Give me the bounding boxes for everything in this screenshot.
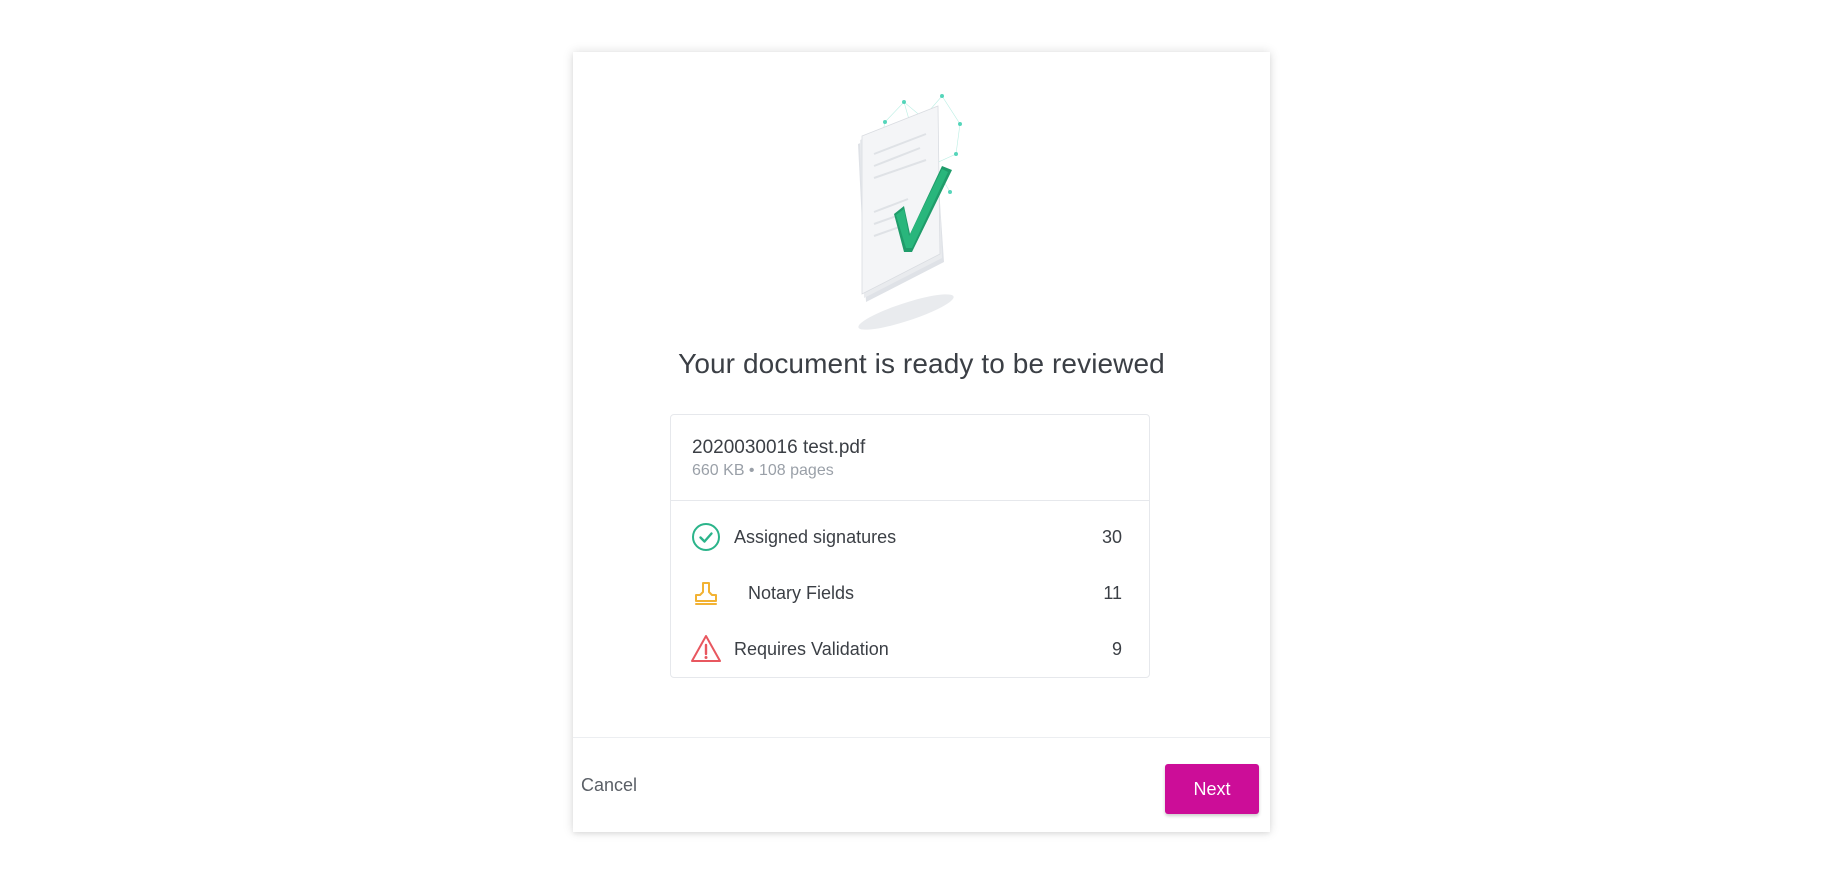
cancel-button[interactable]: Cancel xyxy=(581,775,637,796)
review-dialog: Your document is ready to be reviewed 20… xyxy=(573,52,1270,832)
stat-row-notary-fields: Notary Fields 11 xyxy=(671,565,1149,621)
stat-count: 9 xyxy=(1111,639,1122,659)
dialog-title: Your document is ready to be reviewed xyxy=(678,348,1165,379)
warning-icon xyxy=(691,635,721,662)
stat-count: 11 xyxy=(1103,583,1122,603)
file-name: 2020030016 test.pdf xyxy=(692,437,866,458)
stat-row-assigned-signatures: Assigned signatures 30 xyxy=(671,509,1149,565)
stats-list: Assigned signatures 30 Notary Fields 11 … xyxy=(671,501,1149,677)
stat-count: 30 xyxy=(1101,527,1122,547)
stamp-icon xyxy=(695,582,717,605)
next-button[interactable]: Next xyxy=(1165,764,1259,814)
file-info: 2020030016 test.pdf 660 KB • 108 pages xyxy=(671,415,1149,501)
document-summary-card: 2020030016 test.pdf 660 KB • 108 pages A… xyxy=(670,414,1150,678)
dialog-footer: Cancel Next xyxy=(573,737,1270,833)
document-checkmark-illustration xyxy=(858,94,962,330)
check-circle-icon xyxy=(692,523,720,551)
file-meta: 660 KB • 108 pages xyxy=(692,462,834,479)
stat-row-requires-validation: Requires Validation 9 xyxy=(671,621,1149,677)
stat-label: Requires Validation xyxy=(734,639,889,659)
stat-label: Assigned signatures xyxy=(734,527,897,547)
stat-label: Notary Fields xyxy=(748,583,855,603)
